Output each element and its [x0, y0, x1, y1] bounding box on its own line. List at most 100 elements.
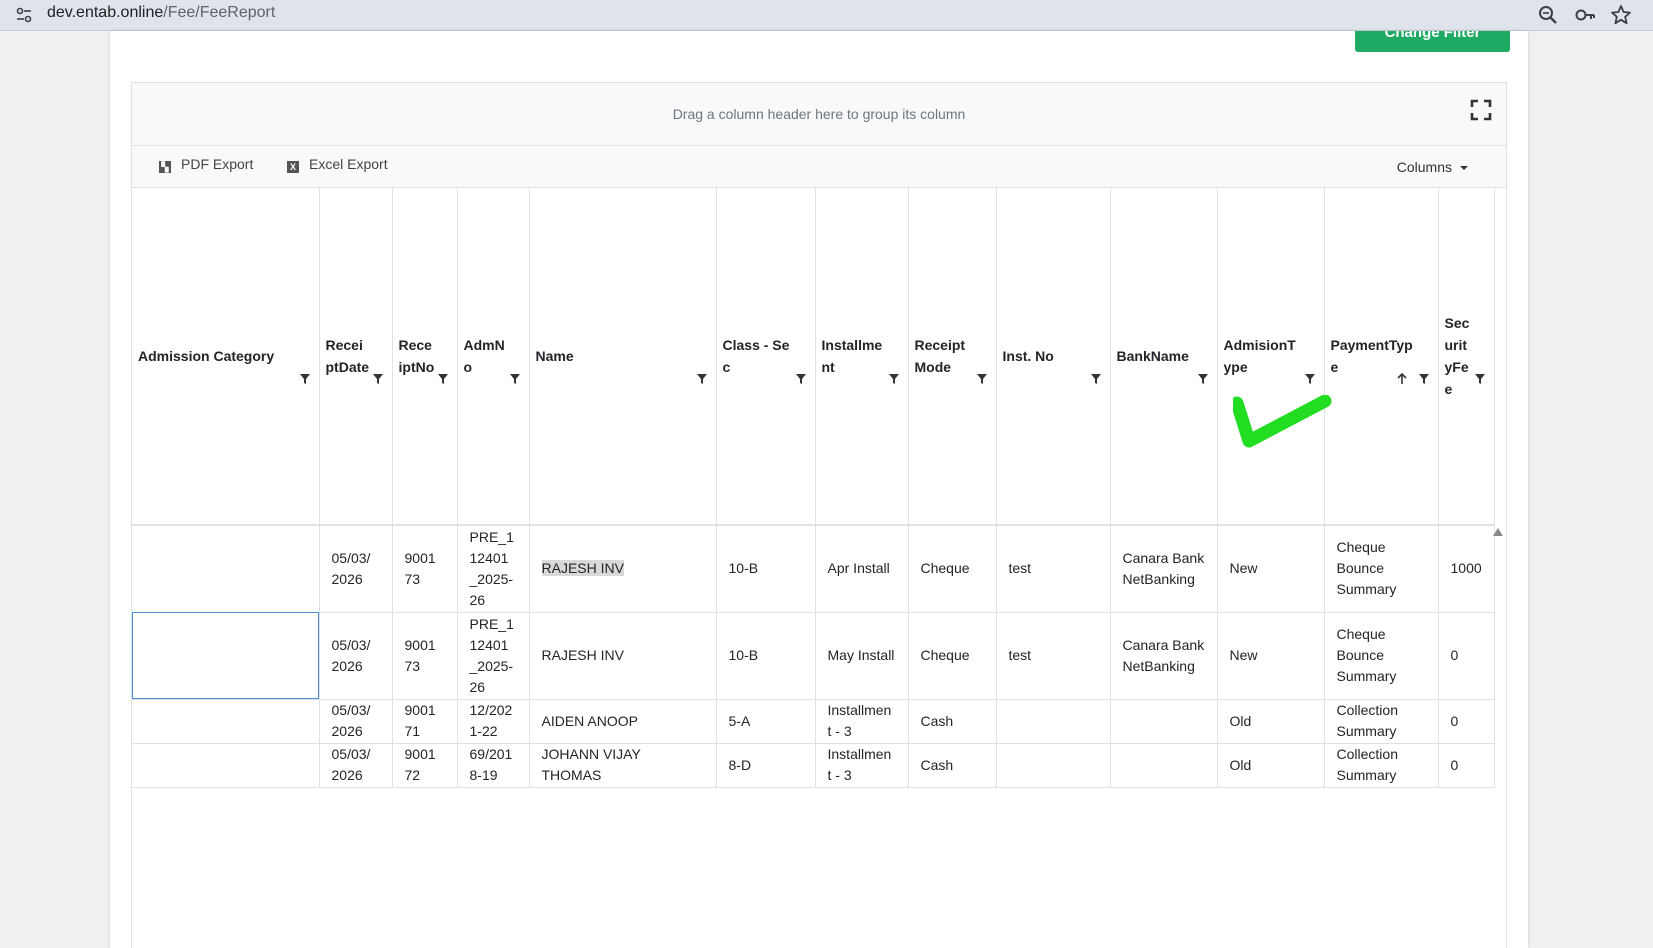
table-row[interactable]: 05/03/ 2026 9001 73 PRE_1 12401 _2025- 2… [132, 612, 1495, 700]
table-cell[interactable] [132, 743, 320, 788]
sort-ascending-icon[interactable] [1396, 373, 1408, 385]
col-header-payment-type[interactable]: PaymentType [1324, 188, 1439, 526]
table-cell[interactable]: New [1217, 525, 1325, 613]
table-cell[interactable]: Apr Install [815, 525, 909, 613]
table-cell[interactable]: 05/03/ 2026 [319, 699, 393, 744]
filter-icon[interactable] [1304, 373, 1316, 385]
filter-icon[interactable] [1197, 373, 1209, 385]
table-cell[interactable]: 0 [1438, 743, 1495, 788]
col-header-admission-type[interactable]: AdmisionType [1217, 188, 1325, 526]
filter-icon[interactable] [696, 373, 708, 385]
table-cell[interactable]: New [1217, 612, 1325, 700]
pdf-export-button[interactable]: ▚ PDF Export [159, 156, 253, 173]
selected-table-cell[interactable] [132, 612, 320, 700]
table-cell[interactable]: 9001 71 [392, 699, 458, 744]
table-cell[interactable]: 8-D [716, 743, 816, 788]
columns-dropdown[interactable]: Columns [1397, 159, 1468, 175]
filter-icon[interactable] [372, 373, 384, 385]
table-cell[interactable]: test [996, 612, 1111, 700]
group-panel[interactable]: Drag a column header here to group its c… [132, 83, 1506, 146]
filter-icon[interactable] [437, 373, 449, 385]
table-cell[interactable]: 1000 [1438, 525, 1495, 613]
table-cell[interactable] [132, 699, 320, 744]
filter-icon[interactable] [888, 373, 900, 385]
zoom-icon[interactable] [1537, 4, 1559, 26]
filter-icon[interactable] [509, 373, 521, 385]
table-cell[interactable]: 05/03/ 2026 [319, 743, 393, 788]
table-cell[interactable]: 12/202 1-22 [457, 699, 530, 744]
table-cell[interactable]: 05/03/ 2026 [319, 612, 393, 700]
col-header-receipt-date[interactable]: ReceiptDate [319, 188, 393, 526]
col-header-adm-no[interactable]: AdmNo [457, 188, 530, 526]
table-cell[interactable]: Cheque Bounce Summary [1324, 612, 1439, 700]
table-cell[interactable]: Collection Summary [1324, 699, 1439, 744]
table-cell[interactable]: AIDEN ANOOP [529, 699, 717, 744]
table-cell[interactable]: RAJESH INV [529, 525, 717, 613]
table-cell[interactable] [132, 525, 320, 613]
table-cell[interactable]: Old [1217, 699, 1325, 744]
table-cell[interactable]: Cash [908, 699, 997, 744]
col-header-receipt-mode[interactable]: ReceiptMode [908, 188, 997, 526]
table-cell[interactable]: JOHANN VIJAY THOMAS [529, 743, 717, 788]
table-cell[interactable]: Cheque Bounce Summary [1324, 525, 1439, 613]
filter-icon[interactable] [1418, 373, 1430, 385]
table-cell[interactable]: 9001 73 [392, 612, 458, 700]
table-cell[interactable]: Installmen t - 3 [815, 743, 909, 788]
table-cell[interactable]: 69/201 8-19 [457, 743, 530, 788]
col-header-security-fee[interactable]: SecurityFee [1438, 188, 1495, 526]
fullscreen-icon[interactable] [1470, 99, 1492, 121]
filter-icon[interactable] [1474, 373, 1486, 385]
table-cell[interactable]: PRE_1 12401 _2025- 26 [457, 525, 530, 613]
excel-export-label: Excel Export [309, 156, 388, 172]
filter-icon[interactable] [976, 373, 988, 385]
table-row[interactable]: 05/03/ 2026 9001 73 PRE_1 12401 _2025- 2… [132, 525, 1495, 613]
col-header-receipt-no[interactable]: ReceiptNo [392, 188, 458, 526]
table-cell[interactable]: May Install [815, 612, 909, 700]
table-cell[interactable] [996, 699, 1111, 744]
table-cell[interactable]: RAJESH INV [529, 612, 717, 700]
table-cell[interactable]: 0 [1438, 699, 1495, 744]
header-label: ReceiptNo [398, 337, 435, 375]
col-header-admission-category[interactable]: Admission Category [132, 188, 320, 526]
password-key-icon[interactable] [1574, 4, 1596, 26]
table-cell[interactable]: 10-B [716, 612, 816, 700]
table-cell[interactable]: Cheque [908, 525, 997, 613]
header-label: BankName [1116, 348, 1189, 364]
table-cell[interactable]: test [996, 525, 1111, 613]
table-cell[interactable]: Old [1217, 743, 1325, 788]
scroll-up-arrow-icon[interactable] [1493, 528, 1503, 536]
table-cell[interactable] [1110, 743, 1218, 788]
table-cell[interactable]: Installmen t - 3 [815, 699, 909, 744]
filter-icon[interactable] [299, 373, 311, 385]
site-settings-icon[interactable] [14, 5, 34, 25]
table-cell[interactable]: 10-B [716, 525, 816, 613]
table-cell[interactable]: 9001 72 [392, 743, 458, 788]
excel-export-button[interactable]: X Excel Export [287, 156, 388, 173]
change-filter-button[interactable]: Change Filter [1355, 31, 1510, 52]
filter-icon[interactable] [795, 373, 807, 385]
table-cell[interactable]: Cash [908, 743, 997, 788]
table-cell[interactable]: Canara Bank NetBanking [1110, 525, 1218, 613]
col-header-installment[interactable]: Installment [815, 188, 909, 526]
table-cell[interactable] [996, 743, 1111, 788]
excel-icon: X [287, 161, 299, 173]
table-cell[interactable]: Collection Summary [1324, 743, 1439, 788]
col-header-bank-name[interactable]: BankName [1110, 188, 1218, 526]
filter-icon[interactable] [1090, 373, 1102, 385]
table-cell[interactable]: 05/03/ 2026 [319, 525, 393, 613]
table-cell[interactable]: 9001 73 [392, 525, 458, 613]
col-header-name[interactable]: Name [529, 188, 717, 526]
table-cell[interactable]: 0 [1438, 612, 1495, 700]
table-cell[interactable]: Canara Bank NetBanking [1110, 612, 1218, 700]
table-cell[interactable]: 5-A [716, 699, 816, 744]
url-text[interactable]: dev.entab.online/Fee/FeeReport [47, 4, 275, 22]
table-row[interactable]: 05/03/ 2026 9001 72 69/201 8-19 JOHANN V… [132, 743, 1495, 788]
header-label: Class - Sec [722, 337, 790, 375]
table-cell[interactable]: PRE_1 12401 _2025- 26 [457, 612, 530, 700]
col-header-inst-no[interactable]: Inst. No [996, 188, 1111, 526]
bookmark-star-icon[interactable] [1610, 4, 1632, 26]
table-cell[interactable]: Cheque [908, 612, 997, 700]
table-cell[interactable] [1110, 699, 1218, 744]
col-header-class-sec[interactable]: Class - Sec [716, 188, 816, 526]
table-row[interactable]: 05/03/ 2026 9001 71 12/202 1-22 AIDEN AN… [132, 699, 1495, 744]
